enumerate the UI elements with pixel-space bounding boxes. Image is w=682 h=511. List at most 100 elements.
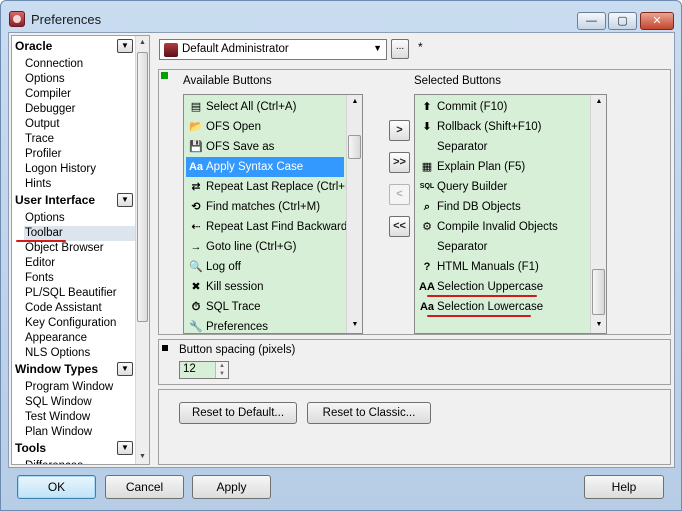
remove-all-button[interactable]: << [389,216,410,237]
nav-item-appearance[interactable]: Appearance [24,331,135,346]
list-item[interactable]: ⚙ Compile Invalid Objects [417,217,588,237]
group-header-user-interface[interactable]: User Interface ▼ [12,192,135,208]
list-item[interactable]: Separator [417,137,588,157]
annotation-underline [427,315,531,317]
list-item[interactable]: ⏱ SQL Trace [186,297,344,317]
list-item[interactable]: ⇄ Repeat Last Replace (Ctrl+P) [186,177,356,197]
button-spacing-value: 12 [183,363,196,375]
list-item[interactable]: Separator [417,237,588,257]
collapse-icon[interactable]: ▼ [117,441,133,455]
nav-item-differences[interactable]: Differences [24,459,135,464]
category-scrollbar[interactable]: ▲ ▼ [135,36,149,464]
nav-item-options[interactable]: Options [24,72,135,87]
nav-item-connection[interactable]: Connection [24,57,135,72]
list-item[interactable]: ? HTML Manuals (F1) [417,257,588,277]
maximize-button[interactable]: ▢ [608,12,637,30]
scroll-down-icon[interactable]: ▼ [137,450,148,464]
available-buttons-list[interactable]: ▤ Select All (Ctrl+A) 📂 OFS Open 💾 OFS Save a… [183,94,363,334]
nav-item-pl-sql-beautifier[interactable]: PL/SQL Beautifier [24,286,135,301]
list-item[interactable]: ⬇ Rollback (Shift+F10) [417,117,588,137]
list-item[interactable]: ⬆ Commit (F10) [417,97,588,117]
list-item[interactable]: 📂 OFS Open [186,117,344,137]
minimize-button[interactable]: — [577,12,606,30]
nav-item-toolbar[interactable]: Toolbar [24,226,135,241]
list-item-label: OFS Save as [206,141,275,153]
scroll-down-icon[interactable]: ▼ [593,318,605,332]
group-header-oracle[interactable]: Oracle ▼ [12,38,135,54]
scroll-thumb[interactable] [137,52,148,322]
selected-buttons-list[interactable]: ⬆ Commit (F10) ⬇ Rollback (Shift+F10) Separa… [414,94,607,334]
list-item[interactable]: ▤ Select All (Ctrl+A) [186,97,344,117]
help-button[interactable]: Help [584,475,664,499]
nav-item-test-window[interactable]: Test Window [24,410,135,425]
nav-item-plan-window[interactable]: Plan Window [24,425,135,440]
list-item[interactable]: Aa Apply Syntax Case [186,157,344,177]
syntax-case-icon: Aa [188,161,204,173]
profile-options-button[interactable]: ... [391,39,409,59]
reset-to-default-button[interactable]: Reset to Default... [179,402,297,424]
list-item[interactable]: ✖ Kill session [186,277,344,297]
collapse-icon[interactable]: ▼ [117,193,133,207]
nav-item-fonts[interactable]: Fonts [24,271,135,286]
reset-to-classic-button[interactable]: Reset to Classic... [307,402,431,424]
nav-item-sql-window[interactable]: SQL Window [24,395,135,410]
list-scrollbar[interactable]: ▲ ▼ [346,95,362,333]
list-item[interactable]: 💾 OFS Save as [186,137,344,157]
remove-button[interactable]: < [389,184,410,205]
list-item[interactable]: 🔍 Log off [186,257,344,277]
nav-item-key-configuration[interactable]: Key Configuration [24,316,135,331]
cancel-button[interactable]: Cancel [105,475,184,499]
list-item-label: Preferences [206,321,269,333]
list-scrollbar[interactable]: ▲ ▼ [590,95,606,333]
add-all-button[interactable]: >> [389,152,410,173]
list-item[interactable]: → Goto line (Ctrl+G) [186,237,344,257]
nav-item-code-assistant[interactable]: Code Assistant [24,301,135,316]
nav-item-nls-options[interactable]: NLS Options [24,346,135,361]
scroll-thumb[interactable] [592,269,605,315]
scroll-up-icon[interactable]: ▲ [137,36,148,50]
preferences-window: Preferences — ▢ ✕ Oracle ▼ Connection Optio… [0,0,682,511]
lowercase-icon: Aa [419,301,435,313]
nav-item-debugger[interactable]: Debugger [24,102,135,117]
nav-item-object-browser[interactable]: Object Browser [24,241,135,256]
nav-item-program-window[interactable]: Program Window [24,380,135,395]
nav-item-compiler[interactable]: Compiler [24,87,135,102]
goto-line-icon: → [190,241,202,253]
apply-button[interactable]: Apply [192,475,271,499]
nav-item-editor[interactable]: Editor [24,256,135,271]
list-item-label: Find DB Objects [437,201,521,213]
list-item[interactable]: 🔧 Preferences [186,317,344,333]
find-back-icon: ⇠ [191,221,201,233]
group-header-window-types[interactable]: Window Types ▼ [12,361,135,377]
nav-item-options[interactable]: Options [24,211,135,226]
list-item-label: HTML Manuals (F1) [437,261,539,273]
list-item[interactable]: Aa Selection Lowercase [417,297,588,317]
profile-dropdown[interactable]: Default Administrator ▼ [159,39,387,60]
nav-item-hints[interactable]: Hints [24,177,135,192]
button-spacing-spinner[interactable]: 12 ▲ ▼ [179,361,229,379]
spinner-arrows-icon[interactable]: ▲ ▼ [215,362,228,378]
scroll-up-icon[interactable]: ▲ [593,95,605,109]
add-button[interactable]: > [389,120,410,141]
list-item[interactable]: AA Selection Uppercase [417,277,588,297]
list-item[interactable]: ⟲ Find matches (Ctrl+M) [186,197,344,217]
list-item[interactable]: SQL Query Builder [417,177,588,197]
scroll-thumb[interactable] [348,135,361,159]
list-item[interactable]: ⌕ Find DB Objects [417,197,588,217]
list-item[interactable]: ⇠ Repeat Last Find Backwards (S [186,217,362,237]
collapse-icon[interactable]: ▼ [117,362,133,376]
nav-item-trace[interactable]: Trace [24,132,135,147]
panel-marker-icon [162,345,168,351]
nav-item-output[interactable]: Output [24,117,135,132]
button-spacing-label: Button spacing (pixels) [179,344,296,356]
nav-item-profiler[interactable]: Profiler [24,147,135,162]
modified-marker: * [418,40,423,54]
nav-item-logon-history[interactable]: Logon History [24,162,135,177]
group-header-tools[interactable]: Tools ▼ [12,440,135,456]
collapse-icon[interactable]: ▼ [117,39,133,53]
list-item[interactable]: ▦ Explain Plan (F5) [417,157,588,177]
scroll-down-icon[interactable]: ▼ [349,318,361,332]
ok-button[interactable]: OK [17,475,96,499]
scroll-up-icon[interactable]: ▲ [349,95,361,109]
close-button[interactable]: ✕ [640,12,674,30]
